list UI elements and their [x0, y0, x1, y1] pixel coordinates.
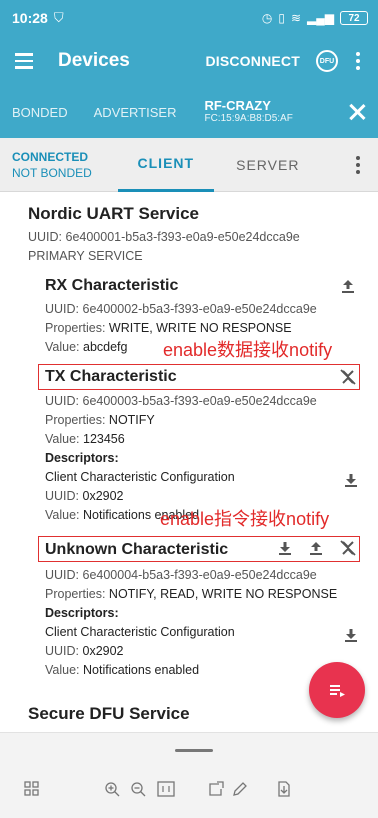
client-server-tabs: CONNECTED NOT BONDED CLIENT SERVER — [0, 138, 378, 192]
service-title[interactable]: Nordic UART Service — [28, 204, 199, 224]
read-download-icon[interactable] — [343, 627, 359, 643]
service-type: PRIMARY SERVICE — [28, 249, 143, 263]
tab-bonded[interactable]: BONDED — [0, 105, 68, 120]
tab-client[interactable]: CLIENT — [117, 138, 214, 192]
device-name: RF-CRAZY — [204, 98, 271, 113]
toolbar-title: Devices — [58, 50, 130, 71]
write-upload-icon[interactable] — [308, 540, 324, 556]
rx-properties-value: WRITE, WRITE NO RESPONSE — [108, 321, 292, 335]
annotation-command-notify: enable指令接收notify — [160, 509, 330, 529]
fit-page-icon[interactable] — [157, 781, 175, 797]
log-list-icon — [330, 685, 345, 697]
tx-descriptors-heading: Descriptors: — [45, 451, 119, 465]
rx-value-label: Value: — [45, 340, 83, 354]
tx-value-label: Value: — [45, 432, 83, 446]
rx-value-text: abcdefg — [83, 340, 128, 354]
tx-properties: Properties: NOTIFY — [45, 413, 155, 427]
tx-value: Value: 123456 — [45, 432, 125, 446]
unknown-descriptor-value-label: Value: — [45, 663, 83, 677]
menu-icon[interactable] — [0, 36, 48, 86]
unknown-descriptor-uuid: UUID: 0x2902 — [45, 644, 124, 658]
secure-dfu-service-title[interactable]: Secure DFU Service — [28, 704, 190, 724]
read-download-icon[interactable] — [343, 472, 359, 488]
unknown-properties-value: NOTIFY, READ, WRITE NO RESPONSE — [108, 587, 338, 601]
tx-characteristic-title[interactable]: TX Characteristic — [45, 368, 177, 386]
tx-value-text: 123456 — [83, 432, 125, 446]
unknown-descriptor-uuid-label: UUID: — [45, 644, 83, 658]
status-time: 10:28 — [12, 10, 48, 26]
write-upload-icon[interactable] — [340, 278, 356, 294]
status-bar: 10:28 ⛉ ◷ ▯ ≋ ▂▄▆ 72 — [0, 0, 378, 36]
more-options-icon[interactable] — [356, 155, 360, 174]
unknown-descriptor-uuid-value: 0x2902 — [82, 644, 124, 658]
service-uuid: UUID: 6e400001-b5a3-f393-e0a9-e50e24dcca… — [28, 230, 300, 244]
tx-uuid: UUID: 6e400003-b5a3-f393-e0a9-e50e24dcca… — [45, 394, 317, 408]
export-icon[interactable] — [208, 781, 224, 797]
notify-toggle-icon[interactable] — [339, 368, 357, 386]
unknown-characteristic-title[interactable]: Unknown Characteristic — [45, 541, 228, 559]
tx-descriptor-uuid: UUID: 0x2902 — [45, 489, 124, 503]
alarm-icon: ◷ — [261, 11, 273, 25]
vibrate-icon: ▯ — [278, 11, 285, 25]
tab-device-rf-crazy[interactable]: RF-CRAZY FC:15:9A:B8:D5:AF — [204, 99, 292, 125]
connection-status: CONNECTED NOT BONDED — [0, 149, 92, 181]
rx-properties: Properties: WRITE, WRITE NO RESPONSE — [45, 321, 292, 335]
unknown-descriptors-heading: Descriptors: — [45, 606, 119, 620]
app-toolbar: Devices DISCONNECT DFU — [0, 36, 378, 86]
rx-properties-label: Properties: — [45, 321, 109, 335]
tx-descriptor-uuid-value: 0x2902 — [82, 489, 124, 503]
rx-characteristic-title[interactable]: RX Characteristic — [45, 277, 178, 295]
wifi-icon: ≋ — [290, 11, 302, 25]
tx-descriptor-uuid-label: UUID: — [45, 489, 83, 503]
tab-server[interactable]: SERVER — [228, 138, 308, 192]
tx-descriptor-name[interactable]: Client Characteristic Configuration — [45, 470, 235, 484]
grid-icon[interactable] — [24, 781, 40, 797]
rx-uuid: UUID: 6e400002-b5a3-f393-e0a9-e50e24dcca… — [45, 302, 317, 316]
edit-pencil-icon[interactable] — [232, 781, 248, 797]
annotation-data-notify: enable数据接收notify — [163, 340, 333, 360]
gesture-handle[interactable] — [175, 749, 213, 752]
tx-descriptor-value-label: Value: — [45, 508, 83, 522]
bottom-toolbar — [0, 732, 378, 818]
download-save-icon[interactable] — [276, 781, 292, 797]
log-fab-button[interactable] — [309, 662, 365, 718]
tx-properties-label: Properties: — [45, 413, 109, 427]
device-tabs: BONDED ADVERTISER RF-CRAZY FC:15:9A:B8:D… — [0, 86, 378, 138]
status-icons: ◷ ▯ ≋ ▂▄▆ 72 — [262, 11, 368, 25]
unknown-descriptor-value-text: Notifications enabled — [83, 663, 200, 677]
zoom-out-icon[interactable] — [130, 781, 146, 797]
shield-icon: ⛉ — [53, 10, 64, 25]
tx-properties-value: NOTIFY — [108, 413, 155, 427]
disconnect-button[interactable]: DISCONNECT — [205, 53, 300, 69]
rx-value: Value: abcdefg — [45, 340, 127, 354]
unknown-properties-label: Properties: — [45, 587, 109, 601]
tab-advertiser[interactable]: ADVERTISER — [68, 105, 177, 120]
read-download-icon[interactable] — [277, 540, 293, 556]
unknown-uuid: UUID: 6e400004-b5a3-f393-e0a9-e50e24dcca… — [45, 568, 317, 582]
close-icon[interactable] — [348, 103, 366, 121]
connected-label: CONNECTED — [12, 149, 89, 164]
device-mac: FC:15:9A:B8:D5:AF — [204, 113, 293, 124]
dfu-icon[interactable]: DFU — [316, 50, 338, 72]
overflow-menu-icon[interactable] — [338, 52, 378, 70]
not-bonded-label: NOT BONDED — [12, 165, 92, 180]
unknown-descriptor-name[interactable]: Client Characteristic Configuration — [45, 625, 235, 639]
zoom-in-icon[interactable] — [104, 781, 120, 797]
notify-toggle-icon[interactable] — [339, 539, 357, 557]
unknown-properties: Properties: NOTIFY, READ, WRITE NO RESPO… — [45, 587, 337, 601]
battery-icon: 72 — [340, 11, 368, 25]
unknown-descriptor-value: Value: Notifications enabled — [45, 663, 199, 677]
signal-icon: ▂▄▆ — [307, 11, 334, 25]
services-list[interactable]: Nordic UART Service UUID: 6e400001-b5a3-… — [0, 192, 378, 732]
